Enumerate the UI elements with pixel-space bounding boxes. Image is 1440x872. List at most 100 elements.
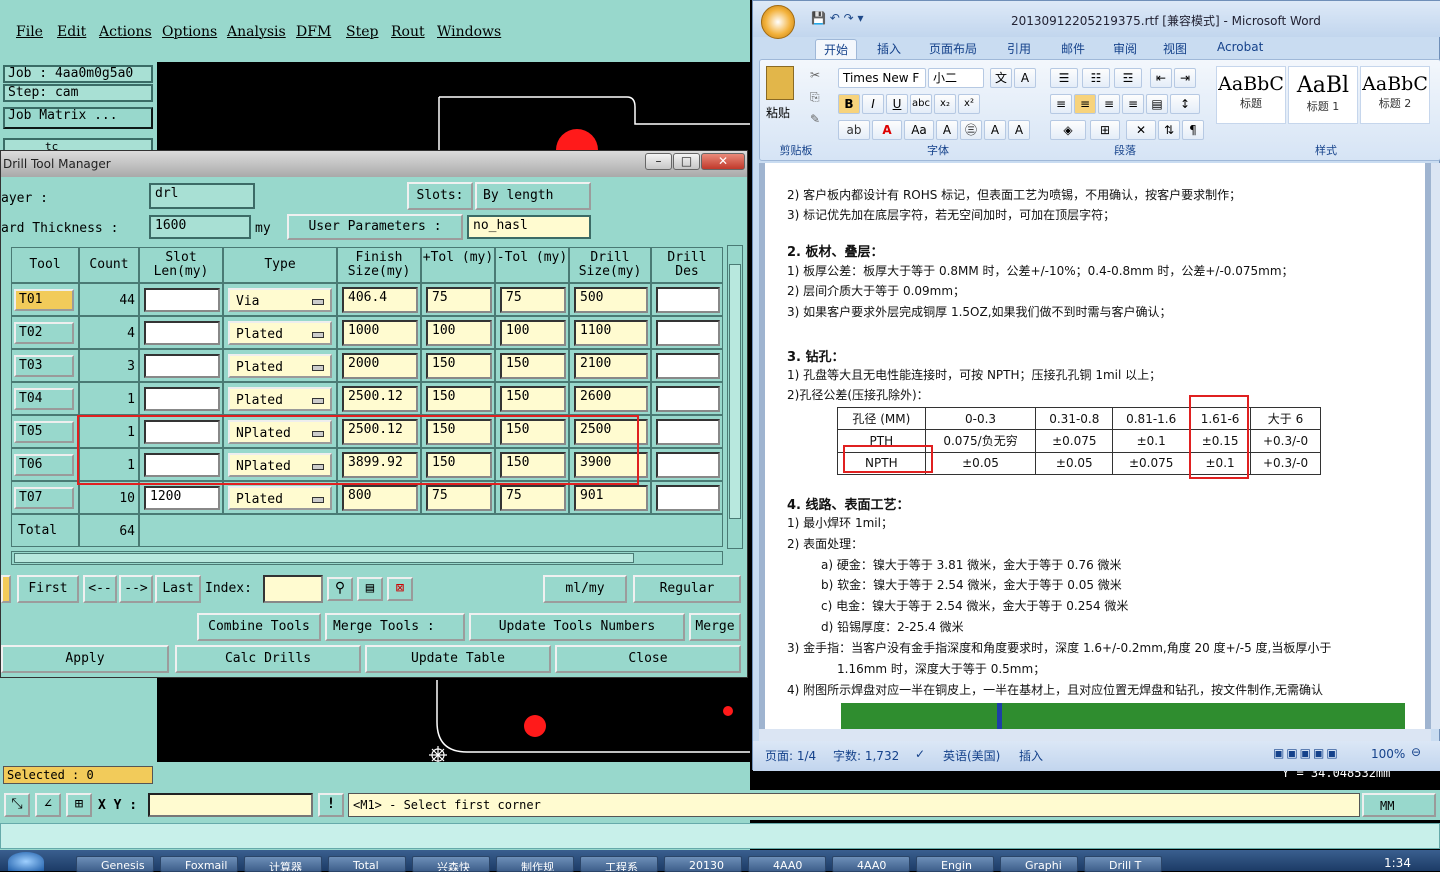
tool-button[interactable]: T03 xyxy=(14,355,74,377)
asian-layout-icon[interactable]: ✕ xyxy=(1126,120,1156,140)
finish-input[interactable]: 800 xyxy=(342,485,418,511)
combine-tools-button[interactable]: Combine Tools xyxy=(197,613,321,641)
des-input[interactable] xyxy=(656,452,720,478)
update-tools-numbers-select[interactable]: Update Tools Numbers xyxy=(469,613,685,641)
mtol-input[interactable]: 150 xyxy=(500,386,566,412)
drill-input[interactable]: 500 xyxy=(574,287,648,313)
bold-icon[interactable]: B xyxy=(838,94,860,114)
search-icon[interactable]: ⚲ xyxy=(327,577,353,601)
copy-icon[interactable]: ⎘ xyxy=(810,90,820,105)
drill-input[interactable]: 2100 xyxy=(574,353,648,379)
tool-button[interactable]: T06 xyxy=(14,454,74,476)
word-h-scrollbar[interactable] xyxy=(759,729,1431,741)
ribbon-tab[interactable]: Acrobat xyxy=(1209,39,1271,55)
font-name-select[interactable]: Times New F xyxy=(838,68,926,88)
menu-options[interactable]: Options xyxy=(162,24,217,40)
proofing-icon[interactable]: ✓ xyxy=(915,747,925,761)
shading-icon[interactable]: A xyxy=(936,120,958,140)
increase-indent-icon[interactable]: ⇥ xyxy=(1174,68,1196,88)
delete-icon[interactable]: ⊠ xyxy=(387,577,413,601)
font-color-icon[interactable]: A xyxy=(872,120,902,140)
shrink-font-icon[interactable]: A xyxy=(1008,120,1030,140)
mtol-input[interactable]: 75 xyxy=(500,287,566,313)
strikethrough-icon[interactable]: abc xyxy=(910,94,932,114)
menu-analysis[interactable]: Analysis xyxy=(227,24,286,40)
apply-button[interactable]: Apply xyxy=(1,645,169,673)
task-button[interactable]: 兴森快 xyxy=(412,856,490,872)
slots-select[interactable]: By length xyxy=(475,182,591,210)
horizontal-scrollbar[interactable] xyxy=(11,551,723,565)
underline-icon[interactable]: U xyxy=(886,94,908,114)
last-button[interactable]: Last xyxy=(155,575,201,603)
drill-input[interactable]: 1100 xyxy=(574,320,648,346)
task-button[interactable]: Engin xyxy=(916,856,994,872)
quick-access-icon[interactable]: 💾 ↶ ↷ ▾ xyxy=(811,11,864,25)
insert-mode[interactable]: 插入 xyxy=(1019,747,1043,764)
char-border-icon[interactable]: A xyxy=(1014,68,1036,88)
finish-input[interactable]: 2500.12 xyxy=(342,386,418,412)
type-select[interactable]: Plated xyxy=(228,387,332,411)
type-select[interactable]: Plated xyxy=(228,321,332,345)
user-parameters-input[interactable]: no_hasl xyxy=(467,215,591,239)
prev-button[interactable]: <-- xyxy=(83,575,117,603)
menu-windows[interactable]: Windows xyxy=(437,24,501,40)
zoom-area-icon[interactable]: ⤡ xyxy=(4,793,30,817)
style-item[interactable]: AaBl 标题 1 xyxy=(1288,66,1358,124)
task-button[interactable]: 4AA0 xyxy=(748,856,826,872)
subscript-icon[interactable]: x₂ xyxy=(934,94,956,114)
borders-icon[interactable]: ⊞ xyxy=(1090,120,1120,140)
slot-len-input[interactable] xyxy=(144,387,220,411)
sort-icon[interactable]: ⇅ xyxy=(1158,120,1180,140)
menu-step[interactable]: Step xyxy=(346,24,378,40)
task-button[interactable]: Genesis xyxy=(76,856,154,872)
dtm-titlebar[interactable]: Drill Tool Manager – □ ✕ xyxy=(1,151,747,177)
xy-input[interactable] xyxy=(148,793,313,817)
task-button[interactable]: 4AA0 xyxy=(832,856,910,872)
minimize-icon[interactable]: – xyxy=(645,153,672,170)
ptol-input[interactable]: 100 xyxy=(426,320,492,346)
des-input[interactable] xyxy=(656,419,720,445)
menu-rout[interactable]: Rout xyxy=(391,24,425,40)
ribbon-tab[interactable]: 开始 xyxy=(815,39,858,59)
word-titlebar[interactable]: 💾 ↶ ↷ ▾ 20130912205219375.rtf [兼容模式] - M… xyxy=(753,1,1440,39)
des-input[interactable] xyxy=(656,320,720,346)
bullets-icon[interactable]: ☰ xyxy=(1050,68,1078,88)
ribbon-tab[interactable]: 页面布局 xyxy=(921,39,985,58)
close-button[interactable]: Close xyxy=(555,645,741,673)
filter-icon[interactable]: ▤ xyxy=(357,577,383,601)
italic-icon[interactable]: I xyxy=(862,94,884,114)
font-size-select[interactable]: 小二 xyxy=(928,68,984,88)
menu-dfm[interactable]: DFM xyxy=(296,24,331,40)
type-select[interactable]: Plated xyxy=(228,486,332,510)
align-right-icon[interactable]: ≡ xyxy=(1098,94,1120,114)
ribbon-tab[interactable]: 审阅 xyxy=(1105,39,1145,58)
des-input[interactable] xyxy=(656,287,720,313)
para-shading-icon[interactable]: ◈ xyxy=(1050,120,1086,140)
tool-button[interactable]: T04 xyxy=(14,388,74,410)
job-matrix-button[interactable]: Job Matrix ... xyxy=(3,107,153,129)
tool-button[interactable]: T05 xyxy=(14,421,74,443)
menu-actions[interactable]: Actions xyxy=(99,24,152,40)
menu-edit[interactable]: Edit xyxy=(57,24,86,40)
tool-button[interactable]: T02 xyxy=(14,322,74,344)
slot-len-input[interactable]: 1200 xyxy=(144,486,220,510)
type-select[interactable]: Plated xyxy=(228,354,332,378)
mode-select[interactable]: Regular xyxy=(633,575,741,603)
measure-icon[interactable]: ∠ xyxy=(35,793,61,817)
enclose-icon[interactable]: ㊂ xyxy=(960,120,982,140)
cut-icon[interactable]: ✂ xyxy=(810,68,820,82)
alert-icon[interactable]: ! xyxy=(318,793,344,817)
mtol-input[interactable]: 150 xyxy=(500,353,566,379)
task-button[interactable]: Foxmail xyxy=(160,856,238,872)
numbering-icon[interactable]: ☷ xyxy=(1082,68,1110,88)
ptol-input[interactable]: 75 xyxy=(426,485,492,511)
command-strip[interactable] xyxy=(0,823,1440,849)
tool-button[interactable]: T07 xyxy=(14,487,74,509)
update-table-button[interactable]: Update Table xyxy=(365,645,551,673)
ribbon-tab[interactable]: 引用 xyxy=(999,39,1039,58)
task-button[interactable]: 工程系 xyxy=(580,856,658,872)
distribute-icon[interactable]: ▤ xyxy=(1146,94,1168,114)
index-input[interactable] xyxy=(263,575,323,603)
task-button[interactable]: 20130 xyxy=(664,856,742,872)
line-spacing-icon[interactable]: ↕ xyxy=(1170,94,1200,114)
